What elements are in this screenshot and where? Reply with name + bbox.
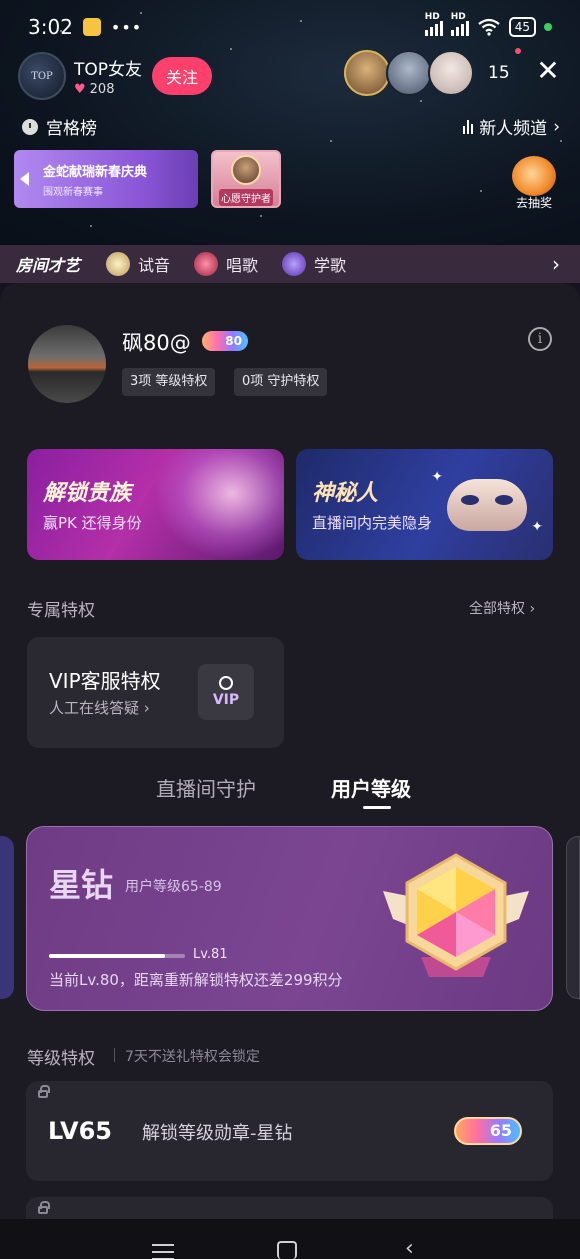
vip-service-card[interactable]: VIP客服特权 人工在线答疑 › VIP	[27, 637, 284, 748]
talent-try-sound[interactable]: 试音	[106, 252, 170, 276]
all-privileges-link[interactable]: 全部特权 ›	[469, 598, 535, 618]
play-left-icon	[20, 172, 29, 186]
user-level-badge: 80	[202, 331, 248, 351]
battery-icon: 45	[508, 17, 536, 37]
more-dots-icon: •••	[110, 17, 143, 37]
vip-icon: VIP	[198, 664, 254, 720]
follow-button[interactable]: 关注	[152, 57, 213, 95]
signal-icon: HD	[450, 12, 469, 36]
sparkle-icon: ✦	[531, 519, 543, 535]
guardian-avatar	[231, 155, 261, 185]
star-icon	[282, 252, 307, 276]
dragon-icon	[154, 449, 284, 560]
noble-title: 解锁贵族	[43, 481, 132, 506]
viewer-avatar[interactable]	[428, 50, 474, 96]
chart-bars-icon	[463, 119, 474, 134]
heart-icon: ♥	[74, 82, 86, 97]
close-icon[interactable]: ✕	[532, 54, 564, 90]
talent-title: 房间才艺	[16, 256, 81, 275]
microphone-icon	[106, 252, 131, 276]
vip-title: VIP客服特权	[49, 669, 161, 693]
level-range: 用户等级65-89	[125, 879, 222, 895]
noble-subtitle: 赢PK 还得身份	[43, 514, 142, 532]
lock-icon	[38, 1201, 50, 1214]
lottery-button[interactable]: 去抽奖	[512, 156, 556, 211]
tab-indicator	[363, 806, 391, 809]
back-icon[interactable]: ‹	[405, 1236, 414, 1259]
user-avatar[interactable]	[28, 325, 106, 403]
festival-subtitle: 围观新春赛事	[43, 186, 103, 198]
guard-privilege-chip[interactable]: 0项 守护特权	[234, 368, 328, 396]
info-icon[interactable]: i	[528, 327, 552, 351]
tab-user-level[interactable]: 用户等级	[331, 773, 411, 802]
vip-subtitle: 人工在线答疑 ›	[49, 699, 150, 717]
talent-learn[interactable]: 学歌	[282, 252, 346, 276]
lock-note: 7天不送礼特权会锁定	[125, 1049, 260, 1065]
newcomer-channel-link[interactable]: 新人频道 ›	[463, 114, 560, 139]
next-level-label: Lv.81	[193, 947, 228, 962]
sparkle-icon: ✦	[431, 469, 443, 485]
tab-live-guard[interactable]: 直播间守护	[156, 773, 256, 802]
anchor-name: TOP女友	[74, 60, 143, 80]
privilege-description: 解锁等级勋章-星钻	[142, 1123, 293, 1144]
home-icon[interactable]	[277, 1241, 297, 1259]
star-diamond-medal-icon	[383, 853, 529, 977]
chevron-right-icon: ›	[553, 116, 560, 137]
level-tier-title: 星钻	[49, 866, 114, 904]
festival-banner[interactable]: 金蛇献瑞新春庆典 围观新春赛事	[14, 150, 198, 208]
channel-label: 新人频道	[479, 119, 548, 139]
mystery-person-card[interactable]: ✦ ✦ 神秘人 直播间内完美隐身	[296, 449, 553, 560]
privilege-level-badge: 65	[454, 1117, 522, 1145]
festival-title: 金蛇献瑞新春庆典	[43, 164, 148, 180]
viewer-count[interactable]: 15	[488, 63, 510, 83]
wifi-icon	[478, 18, 500, 36]
talent-sing[interactable]: 唱歌	[194, 252, 258, 276]
privacy-indicator	[544, 23, 552, 31]
lottery-label: 去抽奖	[515, 196, 552, 210]
guardian-label: 心愿守护者	[219, 189, 273, 206]
status-right: HD HD 45	[424, 12, 552, 37]
status-time: 3:02	[28, 15, 73, 39]
anchor-text: TOP女友 ♥ 208	[74, 55, 142, 97]
anchor-info[interactable]: TOP TOP女友 ♥ 208 关注	[18, 52, 213, 100]
lock-icon	[38, 1085, 50, 1098]
exclusive-privilege-title: 专属特权	[27, 601, 95, 621]
notification-dot	[515, 48, 521, 54]
recent-apps-icon[interactable]	[152, 1244, 174, 1259]
likes-count: 208	[89, 82, 115, 97]
privilege-level: LV65	[48, 1117, 112, 1145]
clock-icon	[22, 118, 38, 135]
room-talent-bar: 房间才艺 试音 唱歌 学歌 ›	[0, 245, 580, 283]
unlock-noble-card[interactable]: 解锁贵族 赢PK 还得身份	[27, 449, 284, 560]
rank-row: 宫格榜 新人频道 ›	[22, 114, 560, 139]
prev-level-card[interactable]	[0, 836, 14, 999]
viewer-avatar[interactable]	[344, 50, 390, 96]
status-bar: 3:02 ••• HD HD 45	[28, 12, 552, 42]
next-level-card[interactable]	[566, 836, 580, 999]
level-card-star-diamond: 星钻 用户等级65-89 Lv.81 当前Lv.80，距离重新解锁特权还差299…	[26, 826, 553, 1011]
level-progress-note: 当前Lv.80，距离重新解锁特权还差299积分	[49, 971, 343, 989]
level-progress-fill	[49, 954, 165, 958]
mask-icon	[447, 479, 527, 531]
privilege-row[interactable]: LV65 解锁等级勋章-星钻 65	[26, 1081, 553, 1181]
user-name: 砜80@	[122, 331, 191, 355]
rose-icon	[194, 252, 219, 276]
viewer-list[interactable]: 15	[344, 50, 510, 96]
divider	[114, 1048, 115, 1062]
notes-icon	[82, 18, 101, 36]
mystery-subtitle: 直播间内完美隐身	[312, 514, 433, 532]
chevron-right-icon[interactable]: ›	[552, 252, 560, 276]
mystery-title: 神秘人	[312, 481, 379, 506]
lottery-icon	[512, 156, 556, 196]
grid-rank-link[interactable]: 宫格榜	[46, 114, 97, 139]
level-privilege-chip[interactable]: 3项 等级特权	[122, 368, 216, 396]
wish-guardian-banner[interactable]: 心愿守护者	[211, 150, 281, 208]
anchor-avatar[interactable]: TOP	[18, 52, 66, 100]
anchor-likes: ♥ 208	[74, 82, 142, 97]
viewer-avatar[interactable]	[386, 50, 432, 96]
signal-icon: HD	[424, 12, 443, 36]
level-privilege-title: 等级特权	[27, 1049, 95, 1069]
level-progress-bar	[49, 954, 185, 958]
